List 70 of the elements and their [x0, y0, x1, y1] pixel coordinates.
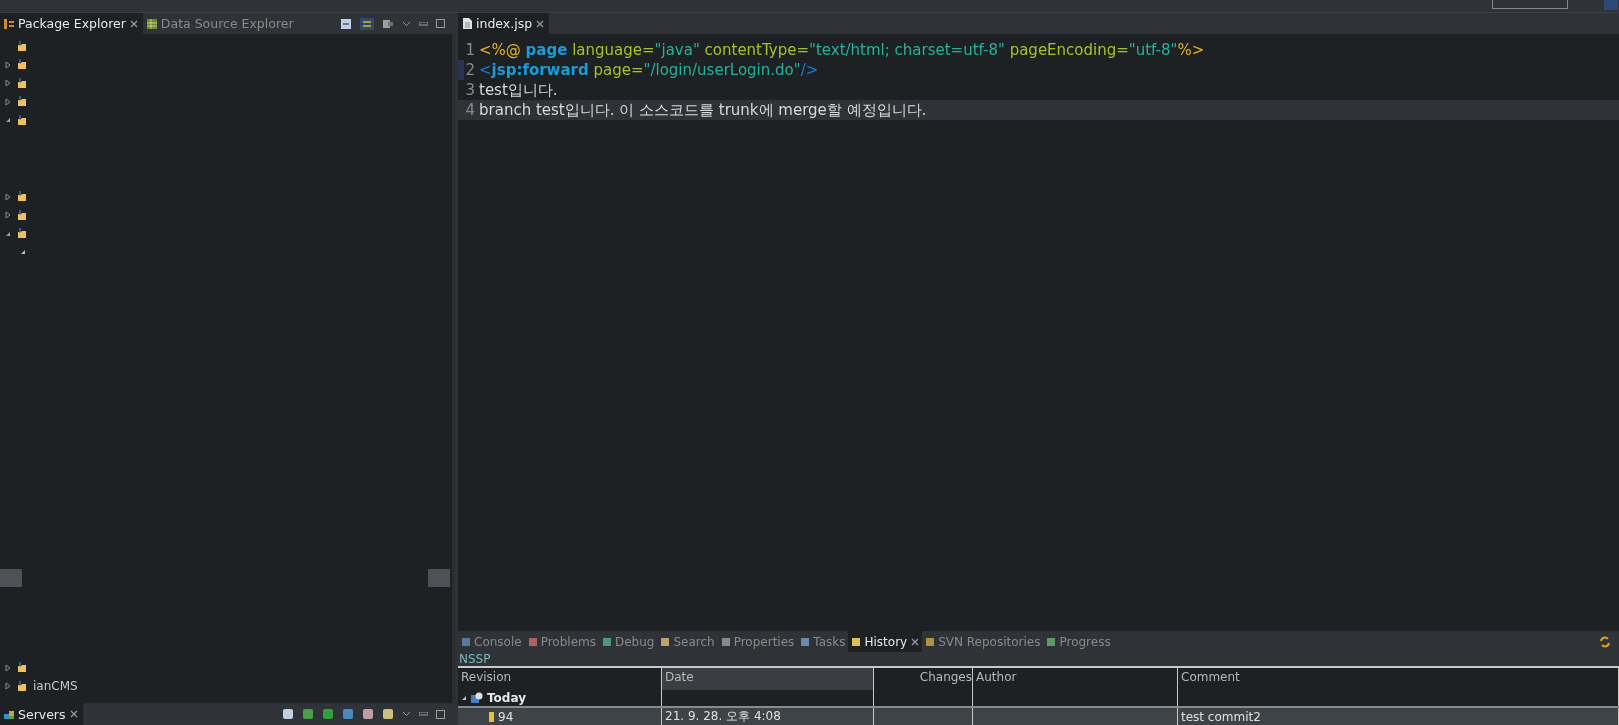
line-number: 4	[464, 101, 476, 119]
view-tab[interactable]: Tasks	[800, 634, 846, 649]
project-folder-icon	[17, 59, 27, 71]
chevron-down-icon	[402, 20, 411, 27]
code-line: <%@ page language="java" contentType="text/html; charset=utf-8" pageEncoding="utf-8"%>	[479, 41, 1205, 59]
view-tab[interactable]: SVN Repositories	[925, 634, 1041, 649]
column-header[interactable]: Date	[661, 668, 874, 690]
collapse-arrow-icon[interactable]	[461, 695, 467, 701]
group-label[interactable]: Today	[487, 691, 526, 705]
focus-icon	[382, 17, 394, 30]
column-header[interactable]: Changes	[873, 668, 973, 690]
view-tab[interactable]: Debug	[601, 634, 655, 649]
line-number: 1	[464, 41, 476, 59]
minimize-icon	[419, 21, 428, 26]
close-icon	[129, 19, 138, 28]
view-tab[interactable]: Progress	[1046, 634, 1111, 649]
view-tab[interactable]: Search	[660, 634, 715, 649]
scrollbar-thumb[interactable]	[428, 569, 450, 587]
package-icon	[3, 17, 15, 30]
project-folder-icon	[17, 96, 27, 108]
project-folder-icon	[17, 40, 27, 52]
close-icon	[536, 19, 545, 28]
expand-arrow-icon[interactable]	[5, 60, 11, 69]
project-folder-icon	[17, 191, 27, 203]
scrollbar-thumb[interactable]	[0, 569, 22, 587]
code-line: <jsp:forward page="/login/userLogin.do"/>	[479, 61, 819, 79]
expand-arrow-icon[interactable]	[5, 192, 11, 201]
column-header[interactable]: Comment	[1177, 668, 1619, 690]
expand-arrow-icon[interactable]	[5, 211, 11, 220]
collapse-all-icon	[340, 17, 352, 30]
expand-arrow-icon[interactable]	[5, 682, 11, 691]
grid-icon	[145, 17, 158, 30]
revision-icon	[489, 711, 494, 722]
close-icon	[69, 710, 78, 718]
line-number: 3	[464, 81, 476, 99]
view-tab[interactable]: Properties	[720, 634, 795, 649]
project-folder-icon	[17, 209, 27, 221]
chevron-down-icon	[402, 711, 411, 717]
minimize-icon	[419, 712, 428, 716]
view-tab[interactable]: Data Source Explorer	[145, 16, 294, 31]
collapse-arrow-icon[interactable]	[5, 230, 11, 237]
calendar-icon	[471, 692, 483, 704]
collapse-arrow-icon[interactable]	[5, 117, 11, 124]
project-name[interactable]: ianCMS	[33, 679, 78, 694]
sync-icon	[1599, 635, 1611, 648]
column-header[interactable]: Author	[972, 668, 1178, 690]
quick-access-field[interactable]	[1492, 0, 1568, 9]
file-icon	[461, 17, 473, 30]
project-folder-icon	[17, 662, 27, 674]
project-folder-icon	[17, 114, 27, 126]
expand-arrow-icon[interactable]	[5, 97, 11, 106]
expand-arrow-icon[interactable]	[5, 663, 11, 672]
link-icon	[360, 17, 374, 30]
column-header[interactable]: Revision	[458, 668, 662, 690]
project-folder-icon	[17, 77, 27, 89]
view-tab[interactable]: Console	[461, 634, 522, 649]
maximize-icon	[436, 19, 445, 28]
line-number: 2	[464, 61, 476, 79]
expand-arrow-icon[interactable]	[5, 79, 11, 88]
project-folder-icon	[17, 680, 27, 692]
view-tab[interactable]: Problems	[527, 634, 596, 649]
project-folder-icon	[17, 228, 27, 240]
code-line: branch test입니다. 이 소스코드를 trunk에 merge할 예정입니다.	[479, 100, 927, 120]
table-cell: 21. 9. 28. 오후 4:08	[665, 709, 781, 723]
table-cell: 94	[498, 709, 514, 724]
table-cell: test commit2	[1181, 709, 1261, 724]
code-line: test입니다.	[479, 80, 558, 100]
maximize-icon	[436, 709, 445, 719]
collapse-arrow-icon[interactable]	[21, 249, 26, 255]
close-icon	[911, 637, 920, 646]
